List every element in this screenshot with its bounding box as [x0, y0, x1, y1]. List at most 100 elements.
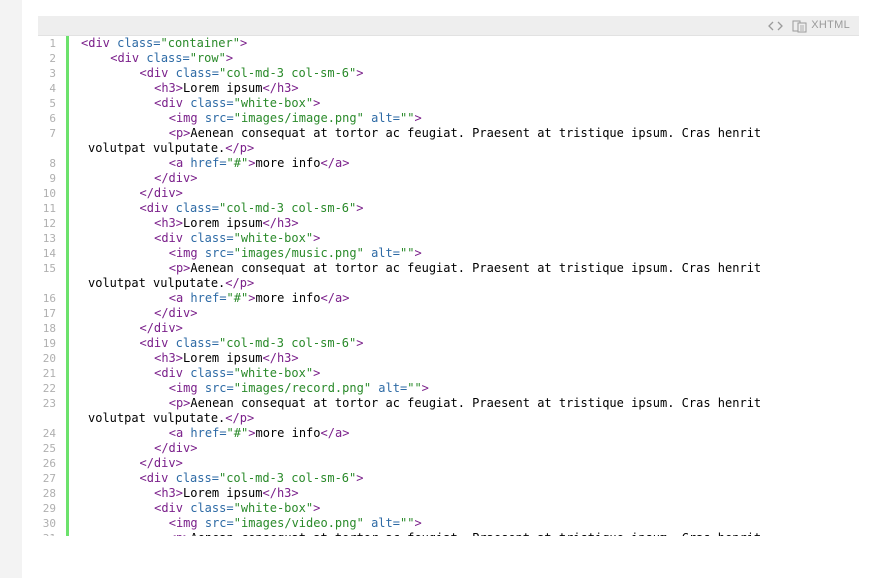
code-line: 1 <div class="container">	[38, 36, 859, 51]
code-line: 24 <a href="#">more info</a>	[38, 426, 859, 441]
line-number: 17	[42, 307, 56, 320]
code-line: 10 </div>	[38, 186, 859, 201]
code-text: <div class="col-md-3 col-sm-6">	[139, 66, 364, 80]
code-line: 25 </div>	[38, 441, 859, 456]
line-number: 28	[42, 487, 56, 500]
code-line: 12 <h3>Lorem ipsum</h3>	[38, 216, 859, 231]
code-block[interactable]: 1 <div class="container"> 2 <div class="row…	[38, 36, 859, 536]
code-text: volutpat vulputate.</p>	[88, 411, 255, 425]
code-text: <div class="col-md-3 col-sm-6">	[139, 471, 364, 485]
line-number: 4	[49, 82, 56, 95]
code-text: <p>Aenean consequat at tortor ac feugiat…	[169, 531, 761, 536]
code-line: 30 <img src="images/video.png" alt="">	[38, 516, 859, 531]
language-label: XHTML	[811, 19, 850, 31]
code-text: </div>	[139, 321, 183, 335]
code-text: <a href="#">more info</a>	[168, 291, 350, 305]
code-text: <p>Aenean consequat at tortor ac feugiat…	[168, 396, 762, 410]
line-number: 11	[42, 202, 56, 215]
code-line: 16 <a href="#">more info</a>	[38, 291, 859, 306]
code-line: 29 <div class="white-box">	[38, 501, 859, 516]
line-number: 18	[42, 322, 56, 335]
line-number: 15	[42, 262, 56, 275]
line-number: 27	[42, 472, 56, 485]
code-text: <p>Aenean consequat at tortor ac feugiat…	[168, 261, 762, 275]
code-text: </div>	[154, 441, 198, 455]
code-text: <div class="white-box">	[154, 501, 321, 515]
code-line: 14 <img src="images/music.png" alt="">	[38, 246, 859, 261]
line-number: 2	[49, 52, 56, 65]
code-line: 31 <p>Aenean consequat at tortor ac feugi…	[38, 531, 859, 536]
code-line-wrap: volutpat vulputate.</p>	[38, 141, 859, 156]
code-text: <img src="images/music.png" alt="">	[168, 246, 422, 260]
line-number: 3	[49, 67, 56, 80]
line-number: 7	[49, 127, 56, 140]
code-line: 15 <p>Aenean consequat at tortor ac feugi…	[38, 261, 859, 276]
line-number: 26	[42, 457, 56, 470]
code-text: volutpat vulputate.</p>	[88, 276, 255, 290]
code-text: </div>	[139, 456, 183, 470]
code-line: 3 <div class="col-md-3 col-sm-6">	[38, 66, 859, 81]
code-text: <a href="#">more info</a>	[168, 156, 350, 170]
code-line: 2 <div class="row">	[38, 51, 859, 66]
code-line: 9 </div>	[38, 171, 859, 186]
code-text: <div class="container">	[81, 36, 248, 50]
code-text: <img src="images/record.png" alt="">	[168, 381, 429, 395]
code-line: 17 </div>	[38, 306, 859, 321]
code-text: <img src="images/video.png" alt="">	[168, 516, 422, 530]
code-line: 23 <p>Aenean consequat at tortor ac feugi…	[38, 396, 859, 411]
line-number: 8	[49, 157, 56, 170]
line-number: 16	[42, 292, 56, 305]
code-text: <div class="row">	[110, 51, 234, 65]
code-line: 13 <div class="white-box">	[38, 231, 859, 246]
code-text: <div class="white-box">	[154, 96, 321, 110]
line-number: 21	[42, 367, 56, 380]
code-line: 8 <a href="#">more info</a>	[38, 156, 859, 171]
code-line: 7 <p>Aenean consequat at tortor ac feugia…	[38, 126, 859, 141]
code-line: 5 <div class="white-box">	[38, 96, 859, 111]
code-line: 27 <div class="col-md-3 col-sm-6">	[38, 471, 859, 486]
line-number: 23	[42, 397, 56, 410]
code-line: 20 <h3>Lorem ipsum</h3>	[38, 351, 859, 366]
line-number: 31	[38, 531, 56, 536]
code-text: <p>Aenean consequat at tortor ac feugiat…	[168, 126, 762, 140]
code-text: </div>	[154, 306, 198, 320]
line-number: 22	[42, 382, 56, 395]
line-number: 12	[42, 217, 56, 230]
code-line: 28 <h3>Lorem ipsum</h3>	[38, 486, 859, 501]
code-text: <a href="#">more info</a>	[168, 426, 350, 440]
code-line: 4 <h3>Lorem ipsum</h3>	[38, 81, 859, 96]
code-text: </div>	[154, 171, 198, 185]
line-number: 13	[42, 232, 56, 245]
code-lines: 1 <div class="container"> 2 <div class="row…	[38, 36, 859, 536]
line-number: 19	[42, 337, 56, 350]
line-number: 25	[42, 442, 56, 455]
code-text: <h3>Lorem ipsum</h3>	[154, 216, 299, 230]
line-number: 24	[42, 427, 56, 440]
code-text: volutpat vulputate.</p>	[88, 141, 255, 155]
code-text: <div class="col-md-3 col-sm-6">	[139, 201, 364, 215]
code-line: 22 <img src="images/record.png" alt="">	[38, 381, 859, 396]
code-line: 11 <div class="col-md-3 col-sm-6">	[38, 201, 859, 216]
code-text: <div class="white-box">	[154, 366, 321, 380]
line-number: 20	[42, 352, 56, 365]
line-number: 5	[49, 97, 56, 110]
code-line-wrap: volutpat vulputate.</p>	[38, 411, 859, 426]
copy-icon[interactable]	[792, 18, 807, 33]
code-line-wrap: volutpat vulputate.</p>	[38, 276, 859, 291]
line-number: 6	[49, 112, 56, 125]
code-text: <h3>Lorem ipsum</h3>	[154, 351, 299, 365]
code-line: 21 <div class="white-box">	[38, 366, 859, 381]
code-text: <img src="images/image.png" alt="">	[168, 111, 422, 125]
line-number: 1	[49, 37, 56, 50]
code-text: <h3>Lorem ipsum</h3>	[154, 486, 299, 500]
code-line: 19 <div class="col-md-3 col-sm-6">	[38, 336, 859, 351]
code-line: 26 </div>	[38, 456, 859, 471]
view-source-icon[interactable]	[768, 18, 783, 32]
code-text: <h3>Lorem ipsum</h3>	[154, 81, 299, 95]
line-number: 9	[49, 172, 56, 185]
code-toolbar: XHTML	[38, 16, 859, 36]
line-number: 30	[42, 517, 56, 530]
line-number: 14	[42, 247, 56, 260]
code-line: 18 </div>	[38, 321, 859, 336]
code-line: 6 <img src="images/image.png" alt="">	[38, 111, 859, 126]
